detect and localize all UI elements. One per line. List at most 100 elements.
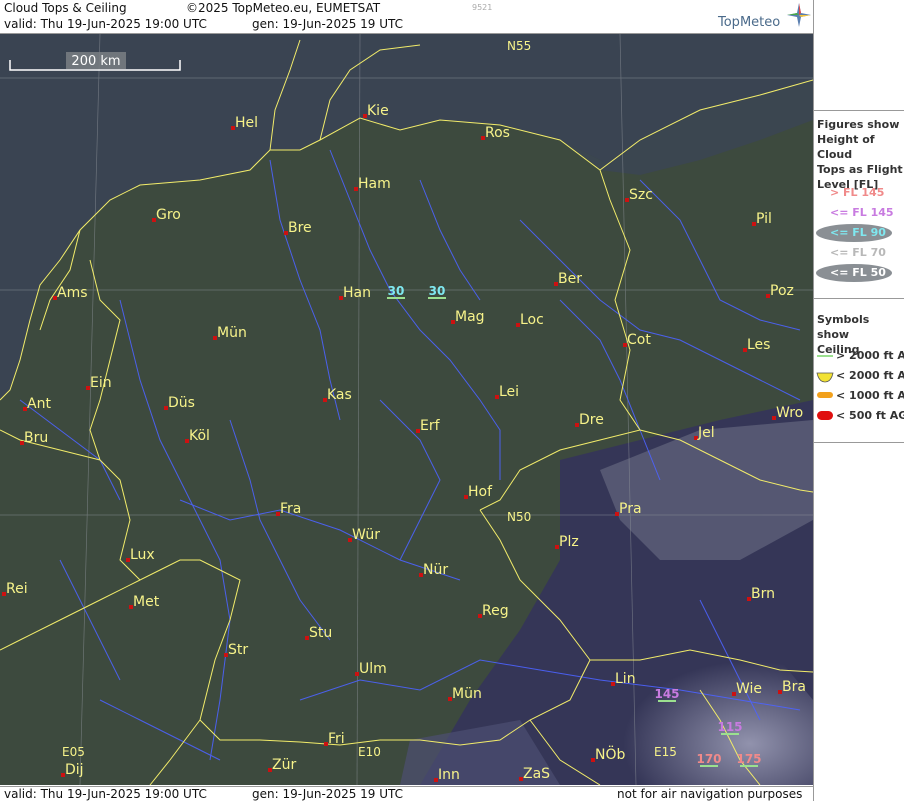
city-label: Ham bbox=[358, 176, 391, 192]
city-marker[interactable]: Rei bbox=[2, 581, 28, 597]
city-label: Ant bbox=[27, 396, 51, 412]
city-marker[interactable]: Fra bbox=[276, 501, 301, 517]
city-label: Fri bbox=[328, 731, 345, 747]
city-label: Wür bbox=[352, 527, 380, 543]
city-marker[interactable]: Hel bbox=[231, 115, 258, 131]
legend-symbols-line: Symbols show bbox=[817, 313, 870, 341]
city-marker[interactable]: Ant bbox=[23, 396, 51, 412]
city-marker[interactable]: Düs bbox=[164, 395, 195, 411]
city-marker[interactable]: Loc bbox=[516, 312, 544, 328]
city-marker[interactable]: Gro bbox=[152, 207, 181, 223]
city-marker[interactable]: Lei bbox=[495, 384, 519, 400]
city-marker[interactable]: ZaS bbox=[519, 766, 550, 782]
city-marker[interactable]: Str bbox=[224, 642, 248, 658]
city-marker[interactable]: Reg bbox=[478, 603, 509, 619]
flight-level-value: 170 bbox=[696, 752, 721, 766]
city-marker[interactable]: Lin bbox=[611, 671, 636, 687]
map-id: 9521 bbox=[472, 3, 493, 12]
city-label: Wro bbox=[776, 405, 803, 421]
city-label: Jel bbox=[697, 425, 715, 441]
city-marker[interactable]: Jel bbox=[694, 425, 715, 441]
city-marker[interactable]: Dre bbox=[575, 412, 604, 428]
city-label: Reg bbox=[482, 603, 509, 619]
city-marker[interactable]: Ein bbox=[86, 375, 112, 391]
city-marker[interactable]: Ber bbox=[554, 271, 582, 287]
legend-symbol-item: < 2000 ft AGL bbox=[816, 369, 904, 385]
legend-symbol-label: < 500 ft AGL bbox=[836, 409, 904, 422]
city-marker[interactable]: NÖb bbox=[591, 745, 625, 763]
city-marker[interactable]: Hof bbox=[464, 484, 493, 500]
city-label: Ber bbox=[558, 271, 582, 287]
city-marker[interactable]: Ros bbox=[481, 125, 510, 141]
city-marker[interactable]: Wro bbox=[772, 405, 803, 421]
city-label: Ein bbox=[90, 375, 112, 391]
city-marker[interactable]: Köl bbox=[185, 428, 210, 444]
city-marker[interactable]: Les bbox=[743, 337, 770, 353]
legend-level-label: <= FL 50 bbox=[830, 266, 886, 279]
copyright-text: ©2025 TopMeteo.eu, EUMETSAT bbox=[186, 1, 381, 15]
city-marker[interactable]: Pra bbox=[615, 501, 642, 517]
city-label: Stu bbox=[309, 625, 332, 641]
flight-level-value: 115 bbox=[717, 720, 742, 734]
city-marker[interactable]: Wür bbox=[348, 527, 380, 543]
city-label: Str bbox=[228, 642, 248, 658]
footer-valid-time: valid: Thu 19-Jun-2025 19:00 UTC bbox=[4, 787, 207, 801]
city-label: Brn bbox=[751, 586, 775, 602]
legend-divider bbox=[814, 298, 904, 299]
city-label: Düs bbox=[168, 395, 195, 411]
city-label: Nür bbox=[423, 562, 448, 578]
city-label: Inn bbox=[438, 767, 460, 783]
city-marker[interactable]: Bre bbox=[284, 220, 312, 236]
city-marker[interactable]: Dij bbox=[61, 762, 84, 778]
legend-symbol-label: < 1000 ft AGL bbox=[836, 389, 904, 402]
city-marker[interactable]: Fri bbox=[324, 731, 345, 747]
city-marker[interactable]: Kie bbox=[363, 103, 389, 119]
city-label: Pil bbox=[756, 211, 772, 227]
legend-level-label: <= FL 70 bbox=[830, 246, 886, 259]
flight-level-marker: 170 bbox=[696, 752, 722, 767]
legend-level-item: <= FL 90 bbox=[816, 224, 902, 242]
city-marker[interactable]: Ams bbox=[53, 285, 88, 301]
legend-figures-heading: Figures show Height of Cloud Tops as Fli… bbox=[817, 117, 904, 192]
city-marker[interactable]: Inn bbox=[434, 767, 460, 783]
city-marker[interactable]: Bru bbox=[20, 430, 48, 446]
city-label: Fra bbox=[280, 501, 301, 517]
flight-level-marker: 30 bbox=[387, 284, 405, 299]
coordinate-label: E05 bbox=[62, 745, 85, 759]
city-marker[interactable]: Met bbox=[129, 594, 160, 610]
city-marker[interactable]: Lux bbox=[126, 547, 155, 563]
city-marker[interactable]: Plz bbox=[555, 534, 579, 550]
legend-level-label: <= FL 90 bbox=[830, 226, 886, 239]
city-marker[interactable]: Erf bbox=[416, 418, 441, 434]
legend-level-item: <= FL 145 bbox=[816, 204, 902, 222]
city-label: Dij bbox=[65, 762, 84, 778]
city-label: Erf bbox=[420, 418, 441, 434]
legend-level-label: <= FL 145 bbox=[830, 206, 894, 219]
city-marker[interactable]: Nür bbox=[419, 562, 448, 578]
city-marker[interactable]: Cot bbox=[623, 332, 651, 348]
city-marker[interactable]: Ulm bbox=[355, 661, 387, 677]
city-marker[interactable]: Mün bbox=[448, 686, 482, 702]
city-label: Bru bbox=[24, 430, 48, 446]
city-marker[interactable]: Poz bbox=[766, 283, 794, 299]
city-marker[interactable]: Bra bbox=[778, 679, 806, 695]
city-marker[interactable]: Szc bbox=[625, 187, 653, 203]
city-label: Kie bbox=[367, 103, 389, 119]
city-marker[interactable]: Ham bbox=[354, 176, 391, 192]
ceiling-bar-icon bbox=[817, 392, 833, 398]
city-marker[interactable]: Wie bbox=[732, 681, 762, 697]
city-marker[interactable]: Mag bbox=[451, 309, 485, 325]
city-marker[interactable]: Brn bbox=[747, 586, 775, 602]
legend-symbol-label: > 2000 ft AGL bbox=[836, 349, 904, 362]
legend-level-item: <= FL 70 bbox=[816, 244, 902, 262]
legend-level-item: <= FL 50 bbox=[816, 264, 902, 282]
city-label: Poz bbox=[770, 283, 794, 299]
map-area[interactable]: 200 km N55 N50 E05 E10 E15 Hel Kie Ros Ham Szc Gr… bbox=[0, 34, 813, 785]
city-marker[interactable]: Zür bbox=[268, 757, 296, 773]
city-marker[interactable]: Stu bbox=[305, 625, 332, 641]
city-label: Met bbox=[133, 594, 160, 610]
city-marker[interactable]: Mün bbox=[213, 325, 247, 341]
city-label: Mün bbox=[217, 325, 247, 341]
city-marker[interactable]: Kas bbox=[323, 387, 352, 403]
city-marker[interactable]: Han bbox=[339, 285, 371, 301]
